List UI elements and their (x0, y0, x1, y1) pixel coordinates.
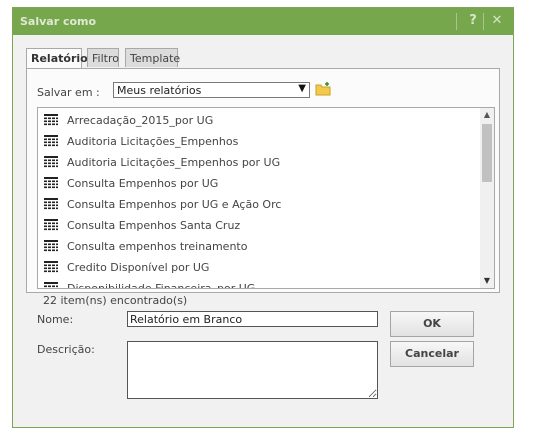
save-in-select[interactable]: Meus relatórios ▼ (113, 82, 310, 98)
report-icon (44, 198, 58, 210)
new-folder-icon[interactable] (315, 82, 331, 96)
chevron-down-icon: ▼ (298, 83, 306, 94)
report-icon (44, 261, 58, 273)
report-icon (44, 177, 58, 189)
description-label: Descrição: (37, 343, 95, 356)
scroll-down-icon[interactable]: ▼ (480, 274, 494, 288)
list-scrollbar[interactable]: ▲ ▼ (480, 108, 494, 288)
tab-relatorio[interactable]: Relatório (26, 48, 88, 69)
report-icon (44, 282, 58, 288)
ok-button[interactable]: OK (390, 311, 474, 337)
list-item[interactable]: Consulta Empenhos por UG (44, 174, 218, 192)
report-icon (44, 135, 58, 147)
tab-filtro[interactable]: Filtro (87, 48, 119, 67)
list-item-label: Auditoria Licitações_Empenhos (67, 134, 239, 148)
list-item[interactable]: Consulta Empenhos Santa Cruz (44, 216, 240, 234)
save-as-dialog: Salvar como ? ✕ Relatório Filtro Templat… (12, 7, 514, 428)
list-item-label: Consulta Empenhos por UG (67, 176, 219, 190)
report-list[interactable]: Arrecadação_2015_por UG Auditoria Licitaç… (37, 107, 495, 289)
dialog-titlebar[interactable]: Salvar como ? ✕ (13, 8, 513, 35)
tab-template[interactable]: Template (125, 48, 180, 67)
name-input[interactable] (127, 311, 378, 327)
dialog-title: Salvar como (20, 15, 97, 28)
question-icon[interactable]: ? (466, 13, 480, 29)
list-item-label: Auditoria Licitações_Empenhos por UG (67, 155, 281, 169)
report-icon (44, 156, 58, 168)
list-item[interactable]: Auditoria Licitações_Empenhos por UG (44, 153, 280, 171)
save-in-selected-value: Meus relatórios (117, 84, 202, 97)
list-item-label: Consulta Empenhos Santa Cruz (67, 218, 241, 232)
close-icon[interactable]: ✕ (490, 13, 504, 29)
list-item-label: Consulta empenhos treinamento (67, 239, 248, 253)
list-item[interactable]: Credito Disponível por UG (44, 258, 209, 276)
list-item[interactable]: Consulta empenhos treinamento (44, 237, 247, 255)
item-count: 22 item(ns) encontrado(s) (43, 294, 188, 307)
report-icon (44, 114, 58, 126)
list-item-label: Consulta Empenhos por UG e Ação Orc (67, 197, 282, 211)
list-item-label: Credito Disponível por UG (67, 260, 210, 274)
list-item-label: Disponibilidade Financeira_por UG (67, 281, 256, 289)
scroll-up-icon[interactable]: ▲ (480, 108, 494, 122)
cancel-button[interactable]: Cancelar (390, 341, 474, 367)
tab-panel: Salvar em : Meus relatórios ▼ Arrecadaçã… (26, 68, 500, 293)
title-separator (483, 13, 484, 30)
list-item-label: Arrecadação_2015_por UG (67, 113, 214, 127)
name-label: Nome: (37, 313, 74, 326)
title-separator (456, 13, 457, 30)
save-in-label: Salvar em : (37, 86, 100, 99)
scroll-thumb[interactable] (482, 124, 492, 182)
description-textarea[interactable] (127, 341, 378, 399)
report-icon (44, 219, 58, 231)
report-icon (44, 240, 58, 252)
list-item[interactable]: Arrecadação_2015_por UG (44, 111, 213, 129)
list-item[interactable]: Consulta Empenhos por UG e Ação Orc (44, 195, 281, 213)
list-item[interactable]: Disponibilidade Financeira_por UG (44, 279, 256, 289)
list-item[interactable]: Auditoria Licitações_Empenhos (44, 132, 238, 150)
